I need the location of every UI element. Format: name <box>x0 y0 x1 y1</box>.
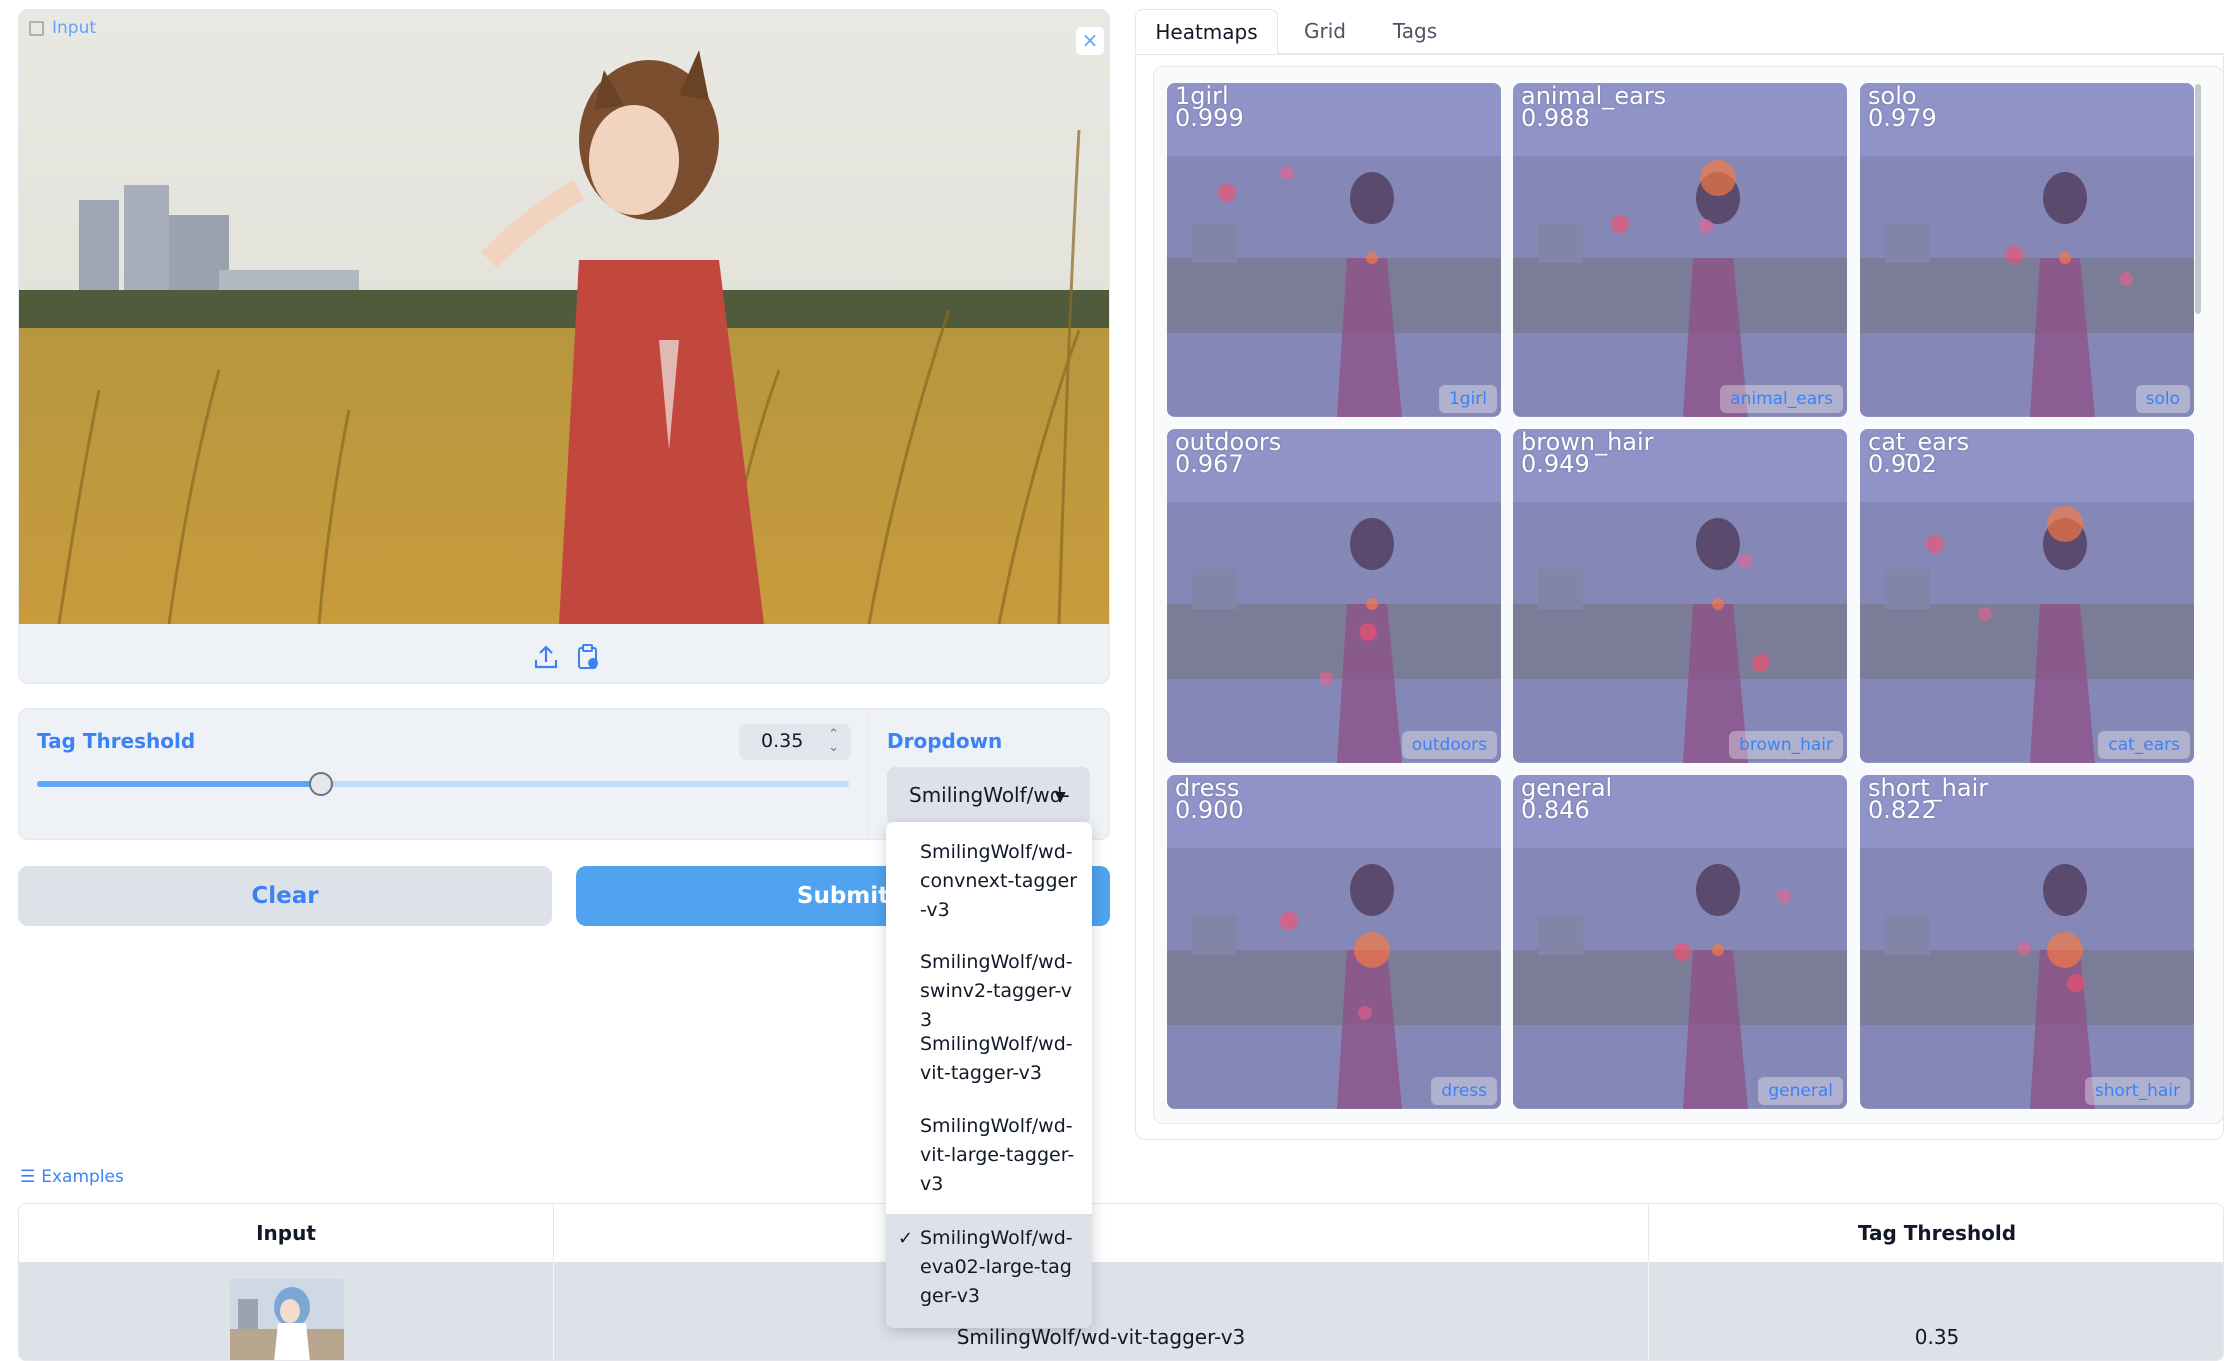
model-dropdown-menu: SmilingWolf/wd-convnext-tagger-v3 Smilin… <box>886 822 1092 1328</box>
list-icon: ☰ <box>20 1167 36 1187</box>
heatmap-image <box>1167 429 1501 763</box>
heatmap-tile[interactable]: brown_hair 0.949 brown_hair <box>1513 429 1847 763</box>
heatmap-score: 0.999 <box>1175 104 1244 132</box>
heatmap-score: 0.902 <box>1868 450 1937 478</box>
heatmap-image <box>1513 83 1847 417</box>
heatmap-caption: animal_ears <box>1720 385 1843 413</box>
heatmap-score: 0.988 <box>1521 104 1590 132</box>
heatmap-caption: dress <box>1431 1077 1497 1105</box>
dropdown-option[interactable]: SmilingWolf/wd-vit-large-tagger-v3 <box>886 1112 1092 1212</box>
dropdown-option[interactable]: SmilingWolf/wd-convnext-tagger-v3 <box>886 838 1092 938</box>
heatmap-caption: solo <box>2135 385 2190 413</box>
heatmap-image <box>1167 83 1501 417</box>
heatmap-score: 0.846 <box>1521 796 1590 824</box>
tag-threshold-value: 0.35 <box>761 730 804 752</box>
tab-tags[interactable]: Tags <box>1371 9 1459 54</box>
heatmap-score: 0.979 <box>1868 104 1937 132</box>
option-label: SmilingWolf/wd-vit-large-tagger-v3 <box>920 1115 1075 1195</box>
divider <box>868 709 869 839</box>
upload-icon[interactable] <box>531 642 561 672</box>
heatmap-tile[interactable]: general 0.846 general <box>1513 775 1847 1109</box>
heatmap-score: 0.822 <box>1868 796 1937 824</box>
input-image[interactable] <box>19 10 1109 624</box>
heatmap-tile[interactable]: animal_ears 0.988 animal_ears <box>1513 83 1847 417</box>
heatmap-caption: brown_hair <box>1729 731 1843 759</box>
heatmap-caption: outdoors <box>1401 731 1497 759</box>
column-header-dropdown <box>554 1204 1649 1262</box>
clear-button[interactable]: Clear <box>18 866 552 926</box>
heatmap-image <box>1513 775 1847 1109</box>
tab-grid[interactable]: Grid <box>1281 9 1369 54</box>
heatmap-tile[interactable]: dress 0.900 dress <box>1167 775 1501 1109</box>
column-header-input: Input <box>19 1204 554 1262</box>
dropdown-option[interactable]: SmilingWolf/wd-swinv2-tagger-v3 <box>886 948 1092 1031</box>
example-model-cell[interactable]: SmilingWolf/wd-vit-tagger-v3 <box>554 1262 1649 1360</box>
input-image-panel: Input × <box>18 9 1110 684</box>
gallery-scrollbar[interactable] <box>2195 84 2201 314</box>
input-label: Input <box>29 18 96 38</box>
stepper-arrows-icon[interactable]: ⌃ ⌄ <box>828 728 839 754</box>
heatmap-caption: short_hair <box>2084 1077 2190 1105</box>
option-label: SmilingWolf/wd-vit-tagger-v3 <box>920 1033 1073 1084</box>
heatmap-image <box>1860 429 2194 763</box>
heatmap-caption: general <box>1758 1077 1843 1105</box>
image-icon <box>29 20 44 36</box>
input-label-text: Input <box>52 18 97 38</box>
controls-panel: Tag Threshold 0.35 ⌃ ⌄ Dropdown SmilingWo… <box>18 708 1110 840</box>
dropdown-option-selected[interactable]: ✓ SmilingWolf/wd-eva02-large-tagger-v3 <box>886 1214 1092 1328</box>
heatmap-caption: 1girl <box>1438 385 1497 413</box>
examples-label: ☰ Examples <box>20 1167 124 1187</box>
heatmap-tile[interactable]: outdoors 0.967 outdoors <box>1167 429 1501 763</box>
clear-image-button[interactable]: × <box>1075 26 1105 56</box>
option-label: SmilingWolf/wd-swinv2-tagger-v3 <box>920 951 1073 1031</box>
example-threshold-value: 0.35 <box>1914 1325 1960 1349</box>
heatmap-tile[interactable]: short_hair 0.822 short_hair <box>1860 775 2194 1109</box>
heatmap-score: 0.949 <box>1521 450 1590 478</box>
heatmap-tile[interactable]: solo 0.979 solo <box>1860 83 2194 417</box>
heatmap-caption: cat_ears <box>2098 731 2190 759</box>
paste-clipboard-icon[interactable] <box>573 642 603 672</box>
dropdown-option[interactable]: SmilingWolf/wd-vit-tagger-v3 <box>886 1030 1092 1100</box>
tab-heatmaps[interactable]: Heatmaps <box>1135 9 1278 54</box>
example-thumbnail[interactable] <box>230 1279 344 1360</box>
tag-threshold-number-input[interactable]: 0.35 ⌃ ⌄ <box>739 724 851 760</box>
heatmap-image <box>1167 775 1501 1109</box>
chevron-down-icon[interactable]: ▼ <box>1055 789 1066 805</box>
example-model-value: SmilingWolf/wd-vit-tagger-v3 <box>956 1325 1246 1349</box>
tag-threshold-label: Tag Threshold <box>37 729 196 753</box>
examples-label-text: Examples <box>41 1167 124 1187</box>
heatmap-score: 0.900 <box>1175 796 1244 824</box>
heatmap-tile[interactable]: cat_ears 0.902 cat_ears <box>1860 429 2194 763</box>
tag-threshold-slider-fill <box>37 781 321 787</box>
heatmap-tile[interactable]: 1girl 0.999 1girl <box>1167 83 1501 417</box>
heatmap-image <box>1513 429 1847 763</box>
heatmap-image <box>1860 83 2194 417</box>
check-icon: ✓ <box>898 1228 914 1249</box>
heatmap-score: 0.967 <box>1175 450 1244 478</box>
examples-table: Input Tag Threshold SmilingWolf/wd-vit-t… <box>18 1203 2224 1361</box>
example-threshold-cell[interactable]: 0.35 <box>1649 1262 2223 1360</box>
option-label: SmilingWolf/wd-eva02-large-tagger-v3 <box>920 1227 1073 1307</box>
output-tabs: Heatmaps Grid Tags <box>1135 9 2224 54</box>
heatmap-image <box>1860 775 2194 1109</box>
tag-threshold-slider-thumb[interactable] <box>309 772 333 796</box>
column-header-tag-threshold: Tag Threshold <box>1649 1204 2223 1262</box>
dropdown-label: Dropdown <box>887 729 1003 753</box>
option-label: SmilingWolf/wd-convnext-tagger-v3 <box>920 841 1078 921</box>
